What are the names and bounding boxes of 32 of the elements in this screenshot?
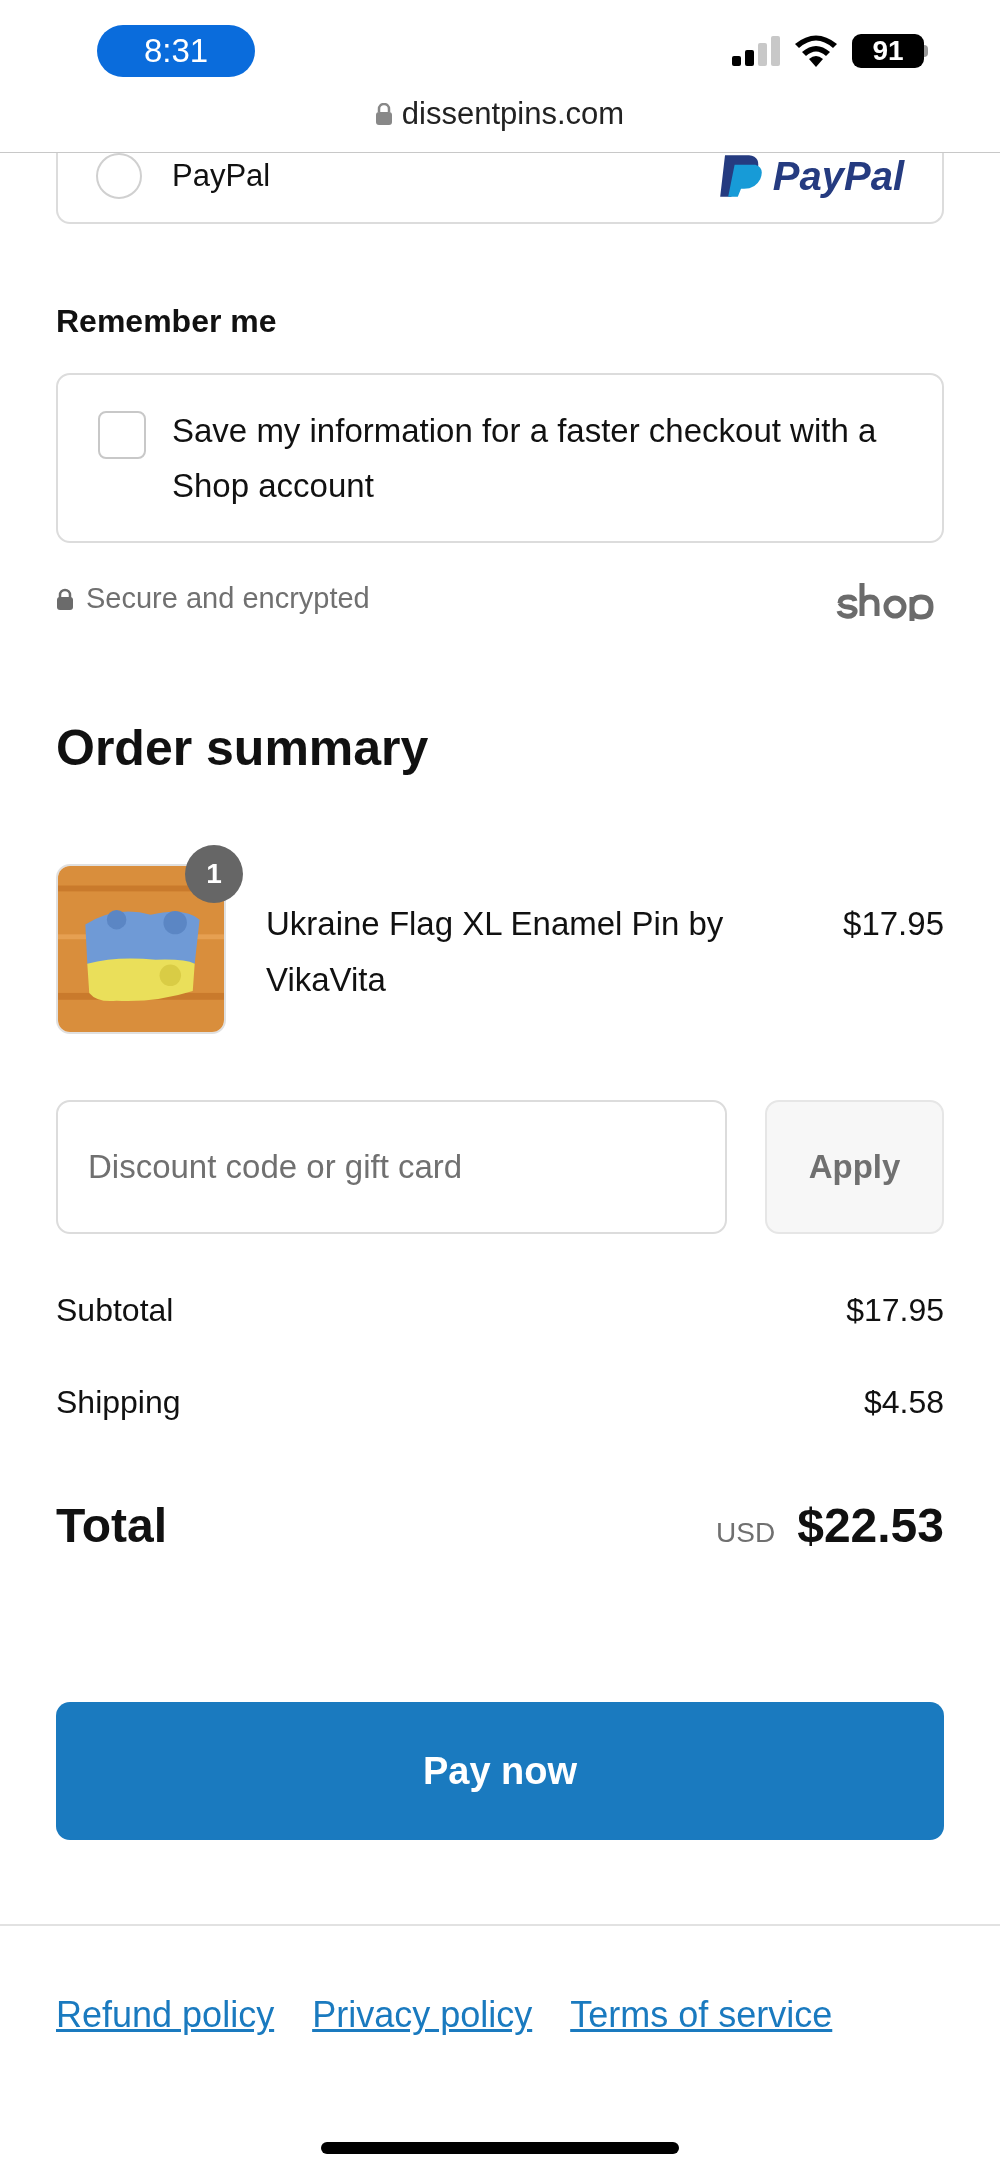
footer-link[interactable]: Refund policy — [56, 1988, 275, 2042]
time-pill: 8:31 — [97, 25, 255, 77]
battery-icon: 91 — [852, 34, 924, 68]
checkbox-label: Save my information for a faster checkout with a Shop account — [172, 411, 878, 506]
signal-icon — [732, 36, 780, 66]
summary-label: Shipping — [56, 1383, 181, 1422]
secure-note: Secure and encrypted — [86, 581, 370, 617]
apply-button[interactable]: Apply — [765, 1100, 944, 1234]
summary-value: $4.58 — [863, 1383, 944, 1422]
summary-value: $17.95 — [846, 1291, 944, 1330]
currency-code: USD — [716, 1516, 776, 1550]
product-price: $17.95 — [843, 904, 944, 944]
pay-now-button[interactable]: Pay now — [56, 1702, 944, 1840]
radio-button[interactable] — [96, 153, 142, 199]
lock-icon — [375, 103, 392, 126]
summary-label: Subtotal — [56, 1291, 174, 1330]
product-name: Ukraine Flag XL Enamel Pin by VikaVita — [266, 904, 725, 1000]
section-title: Remember me — [56, 302, 278, 341]
footer-link[interactable]: Terms of service — [570, 1988, 833, 2042]
url-text: dissentpins.com — [401, 95, 625, 133]
discount-field[interactable]: Discount code or gift card — [56, 1100, 727, 1234]
wifi-icon — [794, 35, 838, 67]
lock-icon — [56, 588, 74, 610]
paypal-wordmark: PayPal — [772, 156, 904, 196]
checkbox[interactable] — [98, 411, 146, 459]
total-value: $22.53 — [797, 1498, 944, 1554]
footer-link[interactable]: Privacy policy — [312, 1988, 533, 2042]
payment-option[interactable]: PayPal PayPal — [56, 153, 944, 224]
total-label: Total — [56, 1498, 168, 1554]
section-title: Order summary — [56, 719, 430, 778]
option-label: PayPal — [172, 157, 271, 195]
quantity-badge: 1 — [185, 845, 243, 903]
